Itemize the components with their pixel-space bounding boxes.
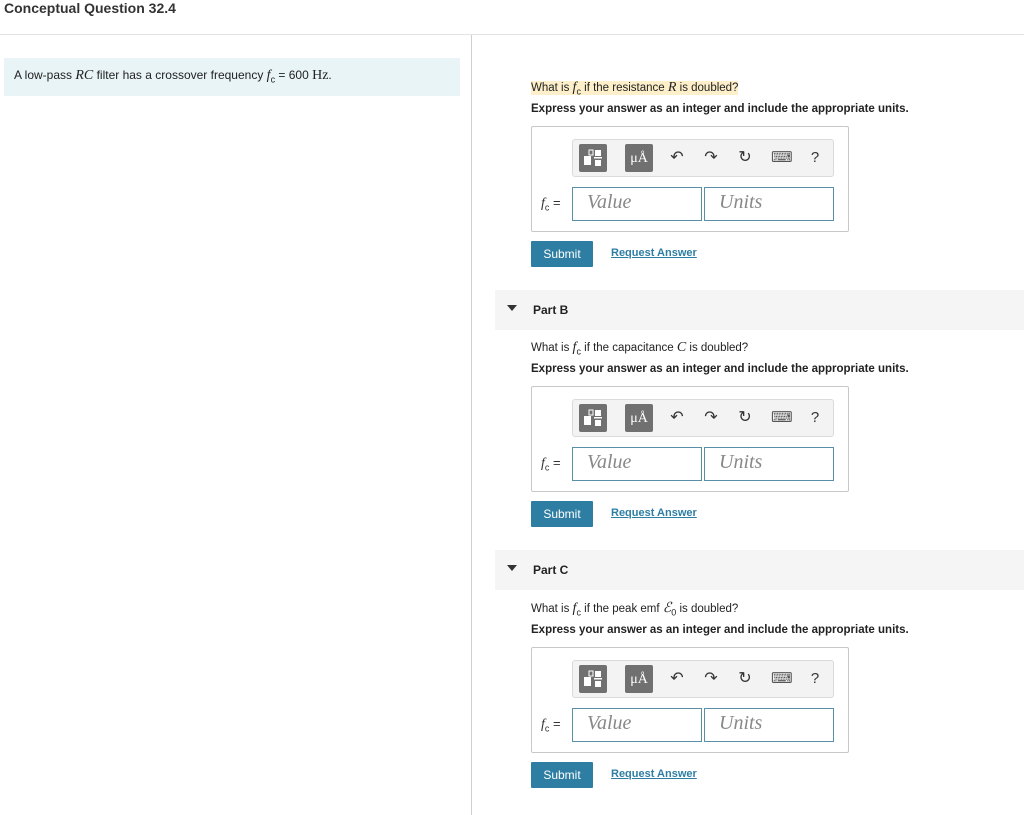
problem-statement: A low-pass RC filter has a crossover fre…: [4, 58, 460, 96]
label-eq: =: [549, 195, 561, 210]
instruction-b: Express your answer as an integer and in…: [531, 363, 909, 375]
intro-unit: Hz: [312, 68, 329, 83]
redo-icon[interactable]: ↷: [701, 408, 721, 428]
part-header-b[interactable]: Part B: [495, 290, 1024, 330]
collapse-triangle-icon[interactable]: [507, 565, 517, 571]
q-var: C: [676, 340, 687, 355]
part-a: What is fc if the resistance R is double…: [495, 70, 1024, 270]
answer-box-a: μÅ ↶ ↷ ↻ ⌨ ? fc = Value Units: [531, 126, 849, 232]
title-divider: [0, 34, 1024, 35]
label-eq: =: [549, 716, 561, 731]
template-icon[interactable]: [579, 404, 607, 432]
submit-button[interactable]: Submit: [531, 501, 593, 527]
units-button[interactable]: μÅ: [625, 665, 653, 693]
units-input[interactable]: Units: [704, 187, 834, 221]
template-icon[interactable]: [579, 144, 607, 172]
intro-rc: RC: [75, 68, 94, 83]
redo-icon[interactable]: ↷: [701, 148, 721, 168]
intro-eq: = 600: [275, 68, 313, 82]
q-text: is doubled?: [676, 82, 739, 94]
q-text: What is: [531, 342, 573, 354]
answer-label: fc =: [541, 455, 561, 473]
request-answer-link[interactable]: Request Answer: [611, 768, 697, 780]
q-text: What is: [531, 82, 573, 94]
q-text: if the capacitance: [580, 342, 677, 354]
units-button[interactable]: μÅ: [625, 404, 653, 432]
keyboard-icon[interactable]: ⌨: [771, 408, 793, 428]
answer-label: fc =: [541, 716, 561, 734]
keyboard-icon[interactable]: ⌨: [771, 669, 793, 689]
answer-box-b: μÅ ↶ ↷ ↻ ⌨ ? fc = Value Units: [531, 386, 849, 492]
question-c: What is fc if the peak emf ℰ0 is doubled…: [531, 600, 738, 617]
help-icon[interactable]: ?: [805, 669, 825, 689]
redo-icon[interactable]: ↷: [701, 669, 721, 689]
undo-icon[interactable]: ↶: [667, 669, 687, 689]
answer-label: fc =: [541, 195, 561, 213]
page-title: Conceptual Question 32.4: [4, 0, 176, 16]
submit-button[interactable]: Submit: [531, 241, 593, 267]
intro-end: .: [328, 68, 332, 82]
undo-icon[interactable]: ↶: [667, 408, 687, 428]
instruction-a: Express your answer as an integer and in…: [531, 103, 909, 115]
units-input[interactable]: Units: [704, 447, 834, 481]
label-eq: =: [549, 455, 561, 470]
collapse-triangle-icon[interactable]: [507, 305, 517, 311]
request-answer-link[interactable]: Request Answer: [611, 247, 697, 259]
part-c: Part C What is fc if the peak emf ℰ0 is …: [495, 550, 1024, 800]
part-title: Part B: [533, 303, 569, 317]
units-button[interactable]: μÅ: [625, 144, 653, 172]
q-text: What is: [531, 603, 573, 615]
q-var: ℰ: [662, 601, 672, 616]
template-icon[interactable]: [579, 665, 607, 693]
question-b: What is fc if the capacitance C is doubl…: [531, 340, 748, 356]
math-toolbar: μÅ ↶ ↷ ↻ ⌨ ?: [572, 660, 834, 698]
intro-text-1: A low-pass: [14, 68, 76, 82]
q-text: is doubled?: [686, 342, 749, 354]
value-input[interactable]: Value: [572, 447, 702, 481]
answer-box-c: μÅ ↶ ↷ ↻ ⌨ ? fc = Value Units: [531, 647, 849, 753]
keyboard-icon[interactable]: ⌨: [771, 148, 793, 168]
question-a: What is fc if the resistance R is double…: [531, 80, 739, 96]
column-divider: [471, 35, 472, 815]
help-icon[interactable]: ?: [805, 148, 825, 168]
reset-icon[interactable]: ↻: [735, 408, 755, 428]
help-icon[interactable]: ?: [805, 408, 825, 428]
q-text: is doubled?: [676, 603, 739, 615]
submit-button[interactable]: Submit: [531, 762, 593, 788]
q-text: if the resistance: [580, 82, 668, 94]
undo-icon[interactable]: ↶: [667, 148, 687, 168]
part-header-c[interactable]: Part C: [495, 550, 1024, 590]
request-answer-link[interactable]: Request Answer: [611, 507, 697, 519]
part-title: Part C: [533, 563, 569, 577]
value-input[interactable]: Value: [572, 187, 702, 221]
math-toolbar: μÅ ↶ ↷ ↻ ⌨ ?: [572, 139, 834, 177]
q-text: if the peak emf: [580, 603, 663, 615]
intro-text-2: filter has a crossover frequency: [93, 68, 267, 82]
value-input[interactable]: Value: [572, 708, 702, 742]
part-b: Part B What is fc if the capacitance C i…: [495, 290, 1024, 540]
math-toolbar: μÅ ↶ ↷ ↻ ⌨ ?: [572, 399, 834, 437]
units-input[interactable]: Units: [704, 708, 834, 742]
instruction-c: Express your answer as an integer and in…: [531, 624, 909, 636]
reset-icon[interactable]: ↻: [735, 669, 755, 689]
reset-icon[interactable]: ↻: [735, 148, 755, 168]
